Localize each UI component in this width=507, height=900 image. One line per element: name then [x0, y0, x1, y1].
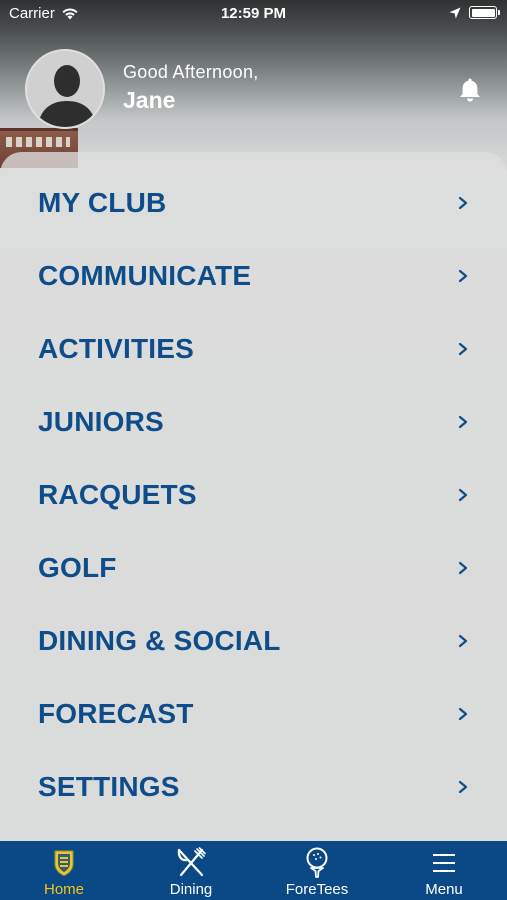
tab-menu[interactable]: Menu [389, 841, 499, 900]
menu-item-settings[interactable]: SETTINGS [0, 750, 507, 823]
menu-panel: MY CLUB COMMUNICATE ACTIVITIES JUNIORS R… [0, 152, 507, 842]
menu-item-label: FORECAST [38, 697, 194, 729]
menu-item-dining-social[interactable]: DINING & SOCIAL [0, 604, 507, 677]
chevron-right-icon [458, 196, 468, 209]
tab-dining[interactable]: Dining [136, 841, 246, 900]
chevron-right-icon [458, 707, 468, 720]
menu-item-label: ACTIVITIES [38, 332, 195, 364]
menu-item-label: JUNIORS [38, 405, 164, 437]
menu-item-label: GOLF [38, 551, 117, 583]
menu-item-juniors[interactable]: JUNIORS [0, 385, 507, 458]
menu-item-forecast[interactable]: FORECAST [0, 677, 507, 750]
tab-foretees[interactable]: ForeTees [262, 841, 372, 900]
battery-icon [469, 6, 500, 19]
menu-item-label: RACQUETS [38, 478, 197, 510]
greeting-text: Good Afternoon, [123, 62, 259, 82]
club-crest-icon [54, 850, 74, 877]
menu-item-racquets[interactable]: RACQUETS [0, 458, 507, 531]
chevron-right-icon [458, 269, 468, 282]
bell-icon [460, 78, 480, 102]
menu-item-my-club[interactable]: MY CLUB [0, 166, 507, 239]
chevron-right-icon [458, 342, 468, 355]
avatar[interactable] [25, 49, 105, 129]
chevron-right-icon [458, 415, 468, 428]
location-arrow-icon [449, 7, 461, 18]
tab-label: Menu [425, 881, 463, 898]
status-bar: Carrier 12:59 PM [0, 0, 507, 28]
menu-item-label: DINING & SOCIAL [38, 624, 281, 656]
notification-button[interactable] [458, 77, 482, 103]
menu-item-label: SETTINGS [38, 770, 180, 802]
tab-label: Home [43, 881, 84, 898]
tab-bar: Home Dining ForeTees Menu [0, 841, 507, 900]
status-time: 12:59 PM [220, 5, 287, 22]
menu-item-communicate[interactable]: COMMUNICATE [0, 239, 507, 312]
golf-ball-tee-icon [306, 847, 328, 878]
tab-label: Dining [169, 881, 213, 898]
menu-item-activities[interactable]: ACTIVITIES [0, 312, 507, 385]
menu-item-label: COMMUNICATE [38, 259, 252, 291]
menu-item-golf[interactable]: GOLF [0, 531, 507, 604]
tab-home[interactable]: Home [9, 841, 119, 900]
user-name: Jane [123, 87, 176, 113]
chevron-right-icon [458, 634, 468, 647]
chevron-right-icon [458, 561, 468, 574]
tab-label: ForeTees [285, 881, 349, 898]
menu-item-label: MY CLUB [38, 186, 167, 218]
hamburger-menu-icon [433, 854, 455, 872]
chevron-right-icon [458, 488, 468, 501]
chevron-right-icon [458, 780, 468, 793]
greeting-block: Good Afternoon, Jane [123, 62, 259, 114]
fork-knife-icon [177, 847, 206, 877]
